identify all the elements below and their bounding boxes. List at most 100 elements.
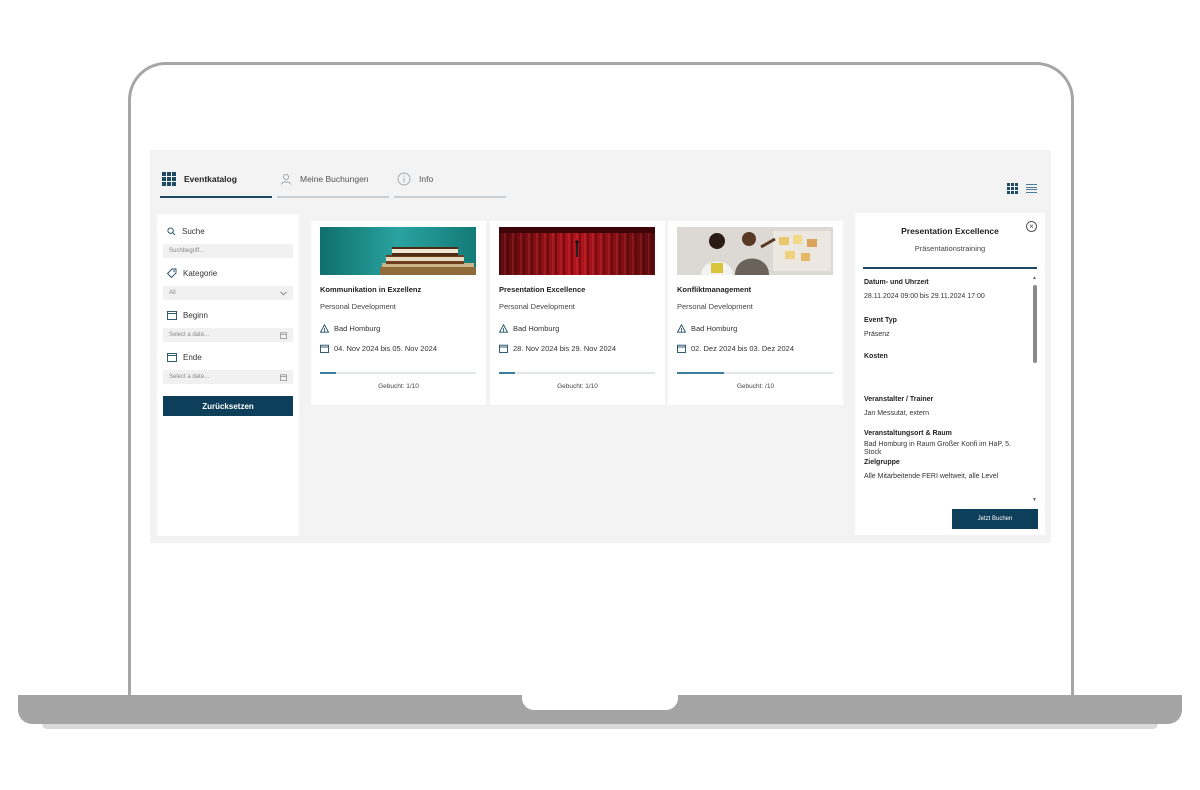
laptop-base-shadow xyxy=(42,724,1158,729)
end-label: Ende xyxy=(183,352,202,362)
grid-icon xyxy=(162,172,176,186)
end-filter-label: Ende xyxy=(167,350,293,364)
event-title: Kommunikation in Exzellenz xyxy=(320,285,422,294)
event-location: Bad Homburg xyxy=(499,324,559,333)
detail-divider xyxy=(863,267,1037,269)
event-location-text: Bad Homburg xyxy=(513,324,560,333)
search-filter-label: Suche xyxy=(167,224,293,238)
location-icon xyxy=(499,324,508,333)
tab-bar: Eventkatalog Meine Buchungen Info xyxy=(160,168,660,198)
scrollbar-thumb[interactable] xyxy=(1033,285,1037,363)
view-toggle xyxy=(1007,183,1037,194)
datetime-value: 28.11.2024 09:00 bis 29.11.2024 17:00 xyxy=(864,293,985,300)
calendar-icon xyxy=(499,344,508,353)
detail-subtitle: Präsentationstraining xyxy=(914,244,986,253)
scroll-down-icon[interactable]: ▼ xyxy=(1032,497,1037,503)
calendar-icon xyxy=(677,344,686,353)
tab-underline xyxy=(394,196,506,198)
grid-view-icon[interactable] xyxy=(1007,183,1018,194)
event-category: Personal Development xyxy=(677,302,753,311)
info-icon xyxy=(397,172,411,186)
audience-value: Alle Mitarbeitende FERI weltweit, alle L… xyxy=(864,473,999,480)
event-dates: 04. Nov 2024 bis 05. Nov 2024 xyxy=(320,344,437,353)
end-date-input[interactable]: Select a date... xyxy=(163,370,293,384)
close-icon[interactable]: × xyxy=(1026,221,1037,232)
tab-label: Meine Buchungen xyxy=(300,174,369,184)
location-icon xyxy=(677,324,686,333)
tab-underline xyxy=(277,196,389,198)
event-image-books xyxy=(320,227,476,275)
booking-progress-bar xyxy=(499,372,655,374)
event-location: Bad Homburg xyxy=(320,324,380,333)
venue-label: Veranstaltungsort & Raum xyxy=(864,430,952,437)
event-dates-text: 28. Nov 2024 bis 29. Nov 2024 xyxy=(513,344,616,353)
trainer-value: Jan Messutat, extern xyxy=(864,410,929,417)
venue-value: Bad Homburg in Raum Großer Konfi im HaP,… xyxy=(864,441,1011,456)
filter-sidebar: Suche Suchbegriff... Kategorie All Begin… xyxy=(157,214,299,536)
start-filter-label: Beginn xyxy=(167,308,293,322)
category-value: All xyxy=(169,290,176,296)
cost-label: Kosten xyxy=(864,353,888,360)
event-type-label: Event Typ xyxy=(864,317,897,324)
detail-title: Presentation Excellence xyxy=(901,226,999,236)
booking-count: Gebucht: /10 xyxy=(736,383,775,390)
booking-progress-bar xyxy=(320,372,476,374)
end-placeholder: Select a date... xyxy=(169,374,210,380)
detail-scrollbar[interactable]: ▲ ▼ xyxy=(1032,275,1037,503)
calendar-icon xyxy=(320,344,329,353)
booking-count: Gebucht: 1/10 xyxy=(557,383,598,390)
start-label: Beginn xyxy=(183,310,208,320)
event-category: Personal Development xyxy=(320,302,396,311)
start-date-input[interactable]: Select a date... xyxy=(163,328,293,342)
category-filter-label: Kategorie xyxy=(167,266,293,280)
search-placeholder: Suchbegriff... xyxy=(169,248,205,254)
calendar-icon xyxy=(167,311,177,320)
scroll-up-icon[interactable]: ▲ xyxy=(1032,275,1037,281)
category-select[interactable]: All xyxy=(163,286,293,300)
event-dates: 02. Dez 2024 bis 03. Dez 2024 xyxy=(677,344,794,353)
tab-meine-buchungen[interactable]: Meine Buchungen xyxy=(277,168,389,198)
search-label: Suche xyxy=(182,226,205,236)
calendar-small-icon[interactable] xyxy=(280,373,287,381)
tab-label: Info xyxy=(419,174,434,184)
search-icon xyxy=(167,226,176,235)
booking-progress-fill xyxy=(499,372,515,374)
chevron-down-icon xyxy=(280,291,287,295)
start-placeholder: Select a date... xyxy=(169,332,210,338)
event-card[interactable]: Kommunikation in Exzellenz Personal Deve… xyxy=(311,221,486,405)
event-type-value: Präsenz xyxy=(864,331,890,338)
laptop-notch xyxy=(522,695,678,710)
event-category: Personal Development xyxy=(499,302,575,311)
trainer-label: Veranstalter / Trainer xyxy=(864,396,934,403)
booking-progress-bar xyxy=(677,372,833,374)
tab-info[interactable]: Info xyxy=(394,168,506,198)
audience-label: Zielgruppe xyxy=(864,459,900,466)
category-label: Kategorie xyxy=(183,268,218,278)
event-title: Konfliktmanagement xyxy=(677,285,752,294)
tag-icon xyxy=(167,268,177,278)
event-detail-panel: Presentation Excellence Präsentationstra… xyxy=(855,213,1045,535)
calendar-small-icon[interactable] xyxy=(280,331,287,339)
list-view-icon[interactable] xyxy=(1026,184,1037,193)
datetime-label: Datum- und Uhrzeit xyxy=(864,279,929,286)
event-dates: 28. Nov 2024 bis 29. Nov 2024 xyxy=(499,344,616,353)
booking-progress-fill xyxy=(320,372,336,374)
event-image-people-whiteboard xyxy=(677,227,833,275)
search-input[interactable]: Suchbegriff... xyxy=(163,244,293,258)
user-icon xyxy=(281,173,291,185)
detail-body: Datum- und Uhrzeit 28.11.2024 09:00 bis … xyxy=(864,279,1029,504)
book-now-button[interactable]: Jetzt Buchen xyxy=(952,509,1038,529)
reset-button[interactable]: Zurücksetzen xyxy=(163,396,293,416)
event-location: Bad Homburg xyxy=(677,324,737,333)
tab-underline xyxy=(160,195,272,198)
cost-value xyxy=(864,367,1029,389)
booking-progress-fill xyxy=(677,372,724,374)
tab-label: Eventkatalog xyxy=(184,174,237,184)
event-app: Eventkatalog Meine Buchungen Info Suche … xyxy=(150,150,1051,543)
booking-count: Gebucht: 1/10 xyxy=(378,383,419,390)
event-location-text: Bad Homburg xyxy=(691,324,738,333)
tab-eventkatalog[interactable]: Eventkatalog xyxy=(160,168,272,198)
event-card[interactable]: Presentation Excellence Personal Develop… xyxy=(490,221,665,405)
event-dates-text: 04. Nov 2024 bis 05. Nov 2024 xyxy=(334,344,437,353)
event-card[interactable]: Konfliktmanagement Personal Development … xyxy=(668,221,843,405)
